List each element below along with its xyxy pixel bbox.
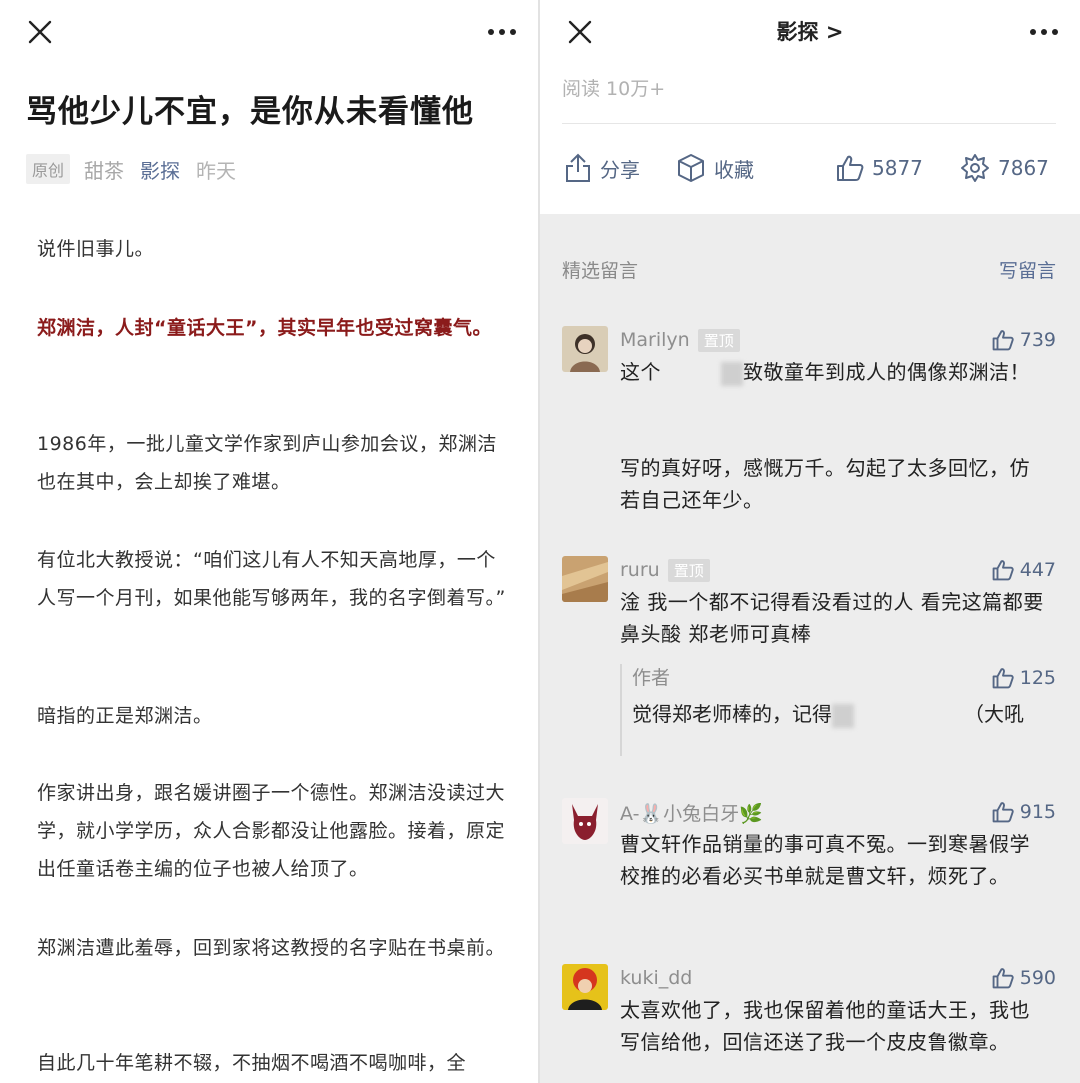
comments-panel: 影探 > 阅读 10万+ 分享 收藏 5877 7867 精选留言 写留言 Ma… xyxy=(540,0,1080,1083)
paragraph: 说件旧事儿。 xyxy=(37,238,155,260)
comment-like-count: 915 xyxy=(1019,801,1056,823)
account-link[interactable]: 影探 xyxy=(140,155,180,184)
divider-line xyxy=(562,123,1056,124)
commenter-name: kuki_dd xyxy=(620,967,693,989)
comments-header: 精选留言 写留言 xyxy=(562,256,1056,286)
comments-topbar: 影探 > xyxy=(540,0,1080,64)
comment-text: 太喜欢他了，我也保留着他的童话大王，我也写信给他，回信还送了我一个皮皮鲁徽章。 xyxy=(620,998,1030,1054)
redacted-mark xyxy=(721,361,743,386)
comment-item: Marilyn 置顶 739 这个 致敬童年到成人的偶像郑渊洁！ 写的真好呀，感慨… xyxy=(562,326,1056,516)
write-comment-button[interactable]: 写留言 xyxy=(999,256,1056,283)
comments-section: 精选留言 写留言 Marilyn 置顶 739 这个 致敬童年到成人的偶像郑渊洁！… xyxy=(540,214,1080,1083)
account-header-link[interactable]: 影探 > xyxy=(540,14,1080,50)
read-count: 阅读 10万+ xyxy=(562,78,666,100)
action-bar: 分享 收藏 5877 7867 xyxy=(562,146,1056,190)
paragraph: 自此几十年笔耕不辍，不抽烟不喝酒不喝咖啡，全 xyxy=(37,1052,467,1074)
share-button[interactable]: 分享 xyxy=(564,146,640,190)
paragraph: 作家讲出身，跟名媛讲圈子一个德性。郑渊洁没读过大学，就小学学历，众人合影都没让他… xyxy=(37,782,506,880)
paragraph: 有位北大教授说：“咱们这儿有人不知天高地厚，一个人写一个月刊，如果他能写够两年，… xyxy=(37,549,506,609)
commenter-name: A-🐰小兔白牙🌿 xyxy=(620,802,763,825)
comment-like-button[interactable]: 447 xyxy=(992,556,1056,584)
avatar[interactable] xyxy=(562,556,608,602)
comment-item: A-🐰小兔白牙🌿 915 曹文轩作品销量的事可真不冤。一到寒暑假学校推的必看必买… xyxy=(562,798,1056,918)
thumbs-up-icon xyxy=(992,560,1014,581)
reply-text-part: （大吼 xyxy=(964,702,1024,726)
close-icon[interactable] xyxy=(20,12,60,52)
box-icon xyxy=(678,154,704,182)
publish-date: 昨天 xyxy=(196,158,237,183)
comment-like-count: 590 xyxy=(1019,967,1056,989)
comment-text: 这个 致敬童年到成人的偶像郑渊洁！ xyxy=(620,356,1046,388)
thumbs-up-icon xyxy=(992,668,1014,689)
comment-like-count: 739 xyxy=(1019,329,1056,351)
comments-label: 精选留言 xyxy=(562,260,639,282)
paragraph: 1986年，一批儿童文学作家到庐山参加会议，郑渊洁也在其中，会上却挨了难堪。 xyxy=(37,433,497,493)
reply-like-count: 125 xyxy=(1019,667,1056,689)
wow-count: 7867 xyxy=(998,156,1049,180)
comment-text: 淦 我一个都不记得看没看过的人 看完这篇都要鼻头酸 郑老师可真棒 xyxy=(620,590,1044,646)
reply-like-button[interactable]: 125 xyxy=(992,664,1056,692)
avatar[interactable] xyxy=(562,798,608,844)
like-count: 5877 xyxy=(872,156,923,180)
commenter-name: Marilyn 置顶 xyxy=(620,326,740,354)
collect-button[interactable]: 收藏 xyxy=(676,146,754,190)
thumbs-up-icon xyxy=(992,330,1014,351)
reply-text-part: 觉得郑老师棒的，记得 xyxy=(632,702,832,726)
comment-text-part: 这个 xyxy=(620,360,661,384)
pinned-badge: 置顶 xyxy=(697,328,740,352)
redacted-mark xyxy=(832,703,854,728)
paragraph: 郑渊洁遭此羞辱，回到家将这教授的名字贴在书桌前。 xyxy=(37,937,506,959)
author-name: 甜茶 xyxy=(84,158,125,183)
highlight-paragraph: 郑渊洁，人封“童话大王”，其实早年也受过窝囊气。 xyxy=(37,317,492,339)
thumbs-up-icon xyxy=(992,802,1014,823)
author-reply: 作者 125 觉得郑老师棒的，记得 （大吼 xyxy=(620,664,1056,756)
more-icon[interactable] xyxy=(1024,12,1064,52)
avatar[interactable] xyxy=(562,964,608,1010)
share-icon xyxy=(566,153,590,182)
original-badge: 原创 xyxy=(26,154,71,184)
comment-like-button[interactable]: 915 xyxy=(992,798,1056,826)
comment-text-part: 致敬童年到成人的偶像郑渊洁！ xyxy=(743,360,1030,384)
reply-bar xyxy=(620,664,622,756)
commenter-name-text: ruru xyxy=(620,559,660,581)
more-icon[interactable] xyxy=(482,12,522,52)
comment-like-button[interactable]: 590 xyxy=(992,964,1056,992)
comment-like-count: 447 xyxy=(1019,559,1056,581)
commenter-name-text: Marilyn xyxy=(620,329,690,351)
reply-text: 觉得郑老师棒的，记得 （大吼 xyxy=(632,698,1056,730)
comment-like-button[interactable]: 739 xyxy=(992,326,1056,354)
commenter-name: ruru 置顶 xyxy=(620,556,710,584)
paragraph: 暗指的正是郑渊洁。 xyxy=(37,705,213,727)
share-label: 分享 xyxy=(600,157,640,182)
reply-author: 作者 xyxy=(632,667,671,689)
avatar[interactable] xyxy=(562,326,608,372)
comment-text: 曹文轩作品销量的事可真不冤。一到寒暑假学校推的必看必买书单就是曹文轩，烦死了。 xyxy=(620,832,1030,888)
wow-icon xyxy=(961,154,989,182)
comment-item: kuki_dd 590 太喜欢他了，我也保留着他的童话大王，我也写信给他，回信还… xyxy=(562,964,1056,1083)
like-button[interactable]: 5877 xyxy=(836,146,923,190)
pinned-badge: 置顶 xyxy=(667,558,710,582)
thumbs-up-icon xyxy=(837,155,864,181)
comment-item: ruru 置顶 447 淦 我一个都不记得看没看过的人 看完这篇都要鼻头酸 郑老… xyxy=(562,556,1056,666)
comment-text: 写的真好呀，感慨万千。勾起了太多回忆，仿若自己还年少。 xyxy=(620,456,1030,512)
thumbs-up-icon xyxy=(992,968,1014,989)
article-meta: 原创 甜茶 影探 昨天 xyxy=(26,154,236,184)
article-topbar xyxy=(0,0,538,64)
article-title: 骂他少儿不宜，是你从未看懂他 xyxy=(26,94,474,130)
wow-button[interactable]: 7867 xyxy=(960,146,1049,190)
collect-label: 收藏 xyxy=(714,157,754,182)
article-panel: 骂他少儿不宜，是你从未看懂他 原创 甜茶 影探 昨天 说件旧事儿。 郑渊洁，人封… xyxy=(0,0,538,1083)
